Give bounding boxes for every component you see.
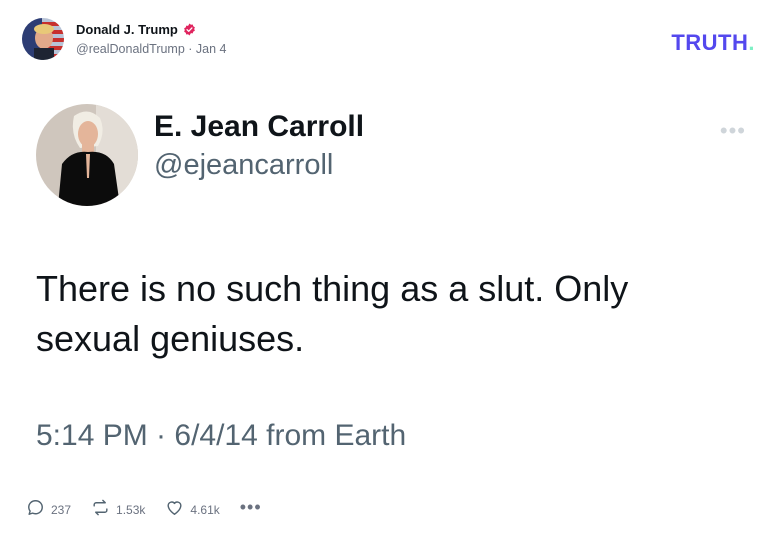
author-name[interactable]: Donald J. Trump bbox=[76, 21, 178, 39]
more-options-icon[interactable]: ••• bbox=[240, 498, 262, 516]
tweet-header: E. Jean Carroll @ejeancarroll bbox=[36, 104, 746, 206]
reply-count: 237 bbox=[51, 503, 72, 517]
tweet-author-name: E. Jean Carroll bbox=[154, 110, 365, 143]
author-info: Donald J. Trump @realDonaldTrump · Jan 4 bbox=[76, 21, 227, 58]
retruth-count: 1.53k bbox=[116, 503, 146, 517]
tweet-author-avatar bbox=[36, 104, 138, 206]
tweet-text: There is no such thing as a slut. Only s… bbox=[36, 268, 629, 359]
tweet-identity: E. Jean Carroll @ejeancarroll bbox=[154, 108, 364, 184]
action-bar: 237 1.53k 4.61k ••• bbox=[26, 498, 262, 522]
truth-social-logo: TRUTH. bbox=[671, 30, 755, 56]
like-count: 4.61k bbox=[190, 503, 220, 517]
tweet-timestamp: 5:14 PM · 6/4/14 from Earth bbox=[36, 419, 407, 452]
like-button[interactable]: 4.61k bbox=[165, 498, 220, 522]
verified-badge-icon bbox=[183, 23, 196, 36]
meta-separator: · bbox=[184, 41, 196, 56]
reply-button[interactable]: 237 bbox=[26, 498, 71, 522]
logo-text: TRUTH bbox=[671, 30, 749, 55]
post-header: Donald J. Trump @realDonaldTrump · Jan 4 bbox=[22, 18, 227, 60]
author-handle[interactable]: @realDonaldTrump bbox=[76, 42, 185, 56]
tweet-author-handle: @ejeancarroll bbox=[154, 149, 334, 181]
tweet-more-icon: ••• bbox=[719, 118, 746, 143]
reply-icon bbox=[26, 498, 45, 522]
retruth-icon bbox=[91, 498, 110, 522]
logo-dot: . bbox=[748, 30, 755, 55]
post-date[interactable]: Jan 4 bbox=[196, 42, 227, 56]
quoted-tweet-image: E. Jean Carroll @ejeancarroll ••• There … bbox=[36, 104, 746, 452]
truth-post: Donald J. Trump @realDonaldTrump · Jan 4… bbox=[0, 0, 777, 541]
retruth-button[interactable]: 1.53k bbox=[91, 498, 145, 522]
author-avatar[interactable] bbox=[22, 18, 64, 60]
heart-icon bbox=[165, 498, 184, 522]
